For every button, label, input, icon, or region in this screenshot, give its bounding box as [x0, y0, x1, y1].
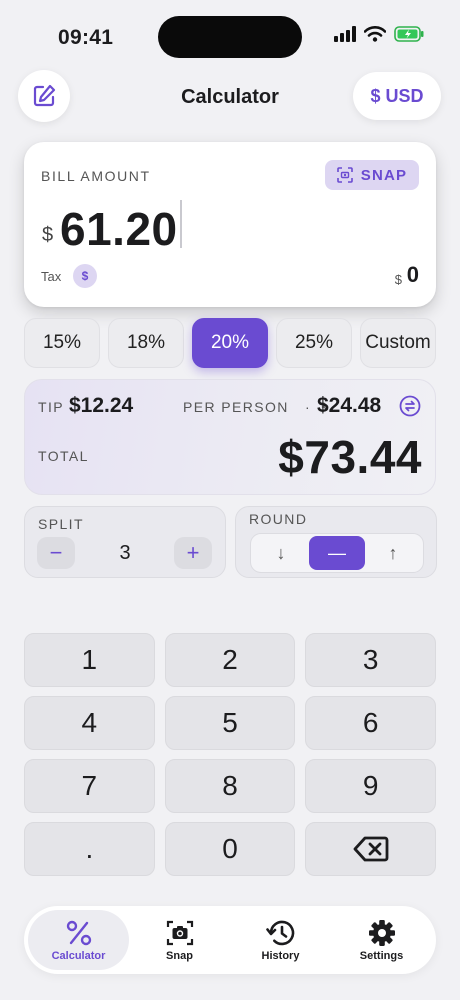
per-person-amount: $24.48 [317, 394, 382, 417]
bill-currency-symbol: $ [42, 224, 54, 246]
key-1[interactable]: 1 [24, 633, 155, 687]
key-4[interactable]: 4 [24, 696, 155, 750]
key-7[interactable]: 7 [24, 759, 155, 813]
snap-label: SNAP [360, 166, 408, 184]
tab-snap[interactable]: Snap [129, 910, 230, 970]
tab-history-label: History [261, 949, 300, 962]
tax-toggle[interactable]: $ [73, 264, 97, 288]
total-label: TOTAL [38, 448, 89, 464]
total-amount: $73.44 [278, 431, 422, 483]
dynamic-island [158, 16, 302, 58]
tip-option-15[interactable]: 15% [24, 318, 100, 368]
percent-icon [66, 920, 91, 945]
round-panel: ROUND ↓ — ↑ [235, 506, 437, 578]
key-9[interactable]: 9 [305, 759, 436, 813]
split-increment-button[interactable]: + [174, 537, 212, 569]
tab-bar: Calculator Snap History Settings [24, 906, 436, 974]
key-0[interactable]: 0 [164, 822, 296, 876]
tip-label: TIP [38, 399, 64, 415]
per-person-separator: · [305, 399, 310, 415]
gear-icon [368, 919, 395, 946]
round-up-option[interactable]: ↑ [365, 536, 421, 570]
tab-calculator-label: Calculator [51, 949, 106, 962]
tax-value[interactable]: 0 [407, 262, 419, 288]
bill-amount-value[interactable]: 61.20 [60, 202, 178, 256]
tab-history[interactable]: History [230, 910, 331, 970]
tip-options: 15% 18% 20% 25% Custom [24, 318, 436, 368]
split-panel: SPLIT − 3 + [24, 506, 226, 578]
tip-amount: $12.24 [69, 394, 134, 417]
round-down-option[interactable]: ↓ [253, 536, 309, 570]
split-label: SPLIT [38, 516, 84, 532]
bill-card[interactable]: BILL AMOUNT SNAP $ 61.20 Tax $ $ 0 [24, 142, 436, 307]
key-backspace[interactable] [305, 822, 436, 876]
key-decimal[interactable]: . [24, 822, 155, 876]
tip-option-18[interactable]: 18% [108, 318, 184, 368]
key-6[interactable]: 6 [305, 696, 436, 750]
per-person-label: PER PERSON [183, 399, 289, 415]
swap-icon[interactable] [399, 395, 421, 417]
keypad: 1 2 3 4 5 6 7 8 9 . 0 [24, 633, 436, 876]
status-time: 09:41 [58, 26, 114, 49]
snap-button[interactable]: SNAP [325, 160, 419, 190]
key-2[interactable]: 2 [164, 633, 296, 687]
tab-calculator[interactable]: Calculator [28, 910, 129, 970]
key-3[interactable]: 3 [305, 633, 436, 687]
scan-icon [336, 167, 353, 183]
tab-settings-label: Settings [359, 949, 404, 962]
key-5[interactable]: 5 [164, 696, 296, 750]
currency-button[interactable]: $ USD [353, 72, 441, 120]
results-card: TIP $12.24 PER PERSON · 3 $24.48 TOTAL $… [24, 379, 436, 495]
history-icon [265, 920, 294, 945]
tax-label: Tax [41, 269, 62, 284]
camera-icon [166, 920, 193, 945]
tip-option-20[interactable]: 20% [192, 318, 268, 368]
tax-currency-symbol: $ [394, 272, 402, 287]
split-value: 3 [119, 542, 131, 564]
bill-amount-label: BILL AMOUNT [41, 168, 151, 184]
backspace-icon [353, 836, 389, 862]
battery-icon [394, 26, 424, 42]
status-icons [334, 26, 424, 42]
text-caret [180, 200, 182, 248]
tip-option-custom[interactable]: Custom [360, 318, 436, 368]
round-segmented-control: ↓ — ↑ [250, 533, 424, 573]
tab-snap-label: Snap [166, 949, 193, 962]
key-8[interactable]: 8 [164, 759, 296, 813]
round-none-option[interactable]: — [309, 536, 365, 570]
tab-settings[interactable]: Settings [331, 910, 432, 970]
split-decrement-button[interactable]: − [37, 537, 75, 569]
round-label: ROUND [249, 511, 308, 527]
wifi-icon [364, 26, 386, 42]
tip-option-25[interactable]: 25% [276, 318, 352, 368]
signal-icon [334, 26, 356, 42]
